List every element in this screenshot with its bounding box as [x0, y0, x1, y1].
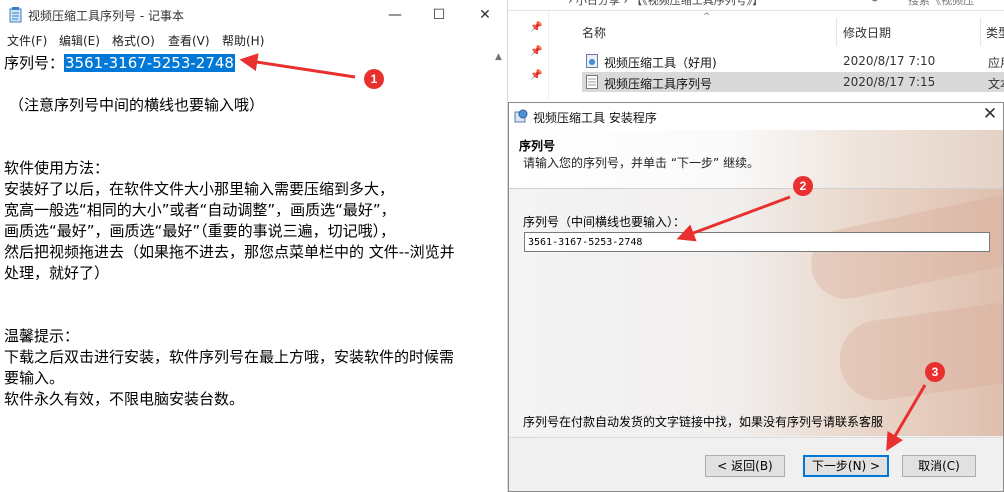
- text-line: 然后把视频拖进去（如果拖不进去，那您点菜单栏中的 文件--浏览并: [4, 243, 455, 261]
- text-file-icon: [586, 75, 598, 89]
- menu-file[interactable]: 文件(F): [7, 32, 47, 49]
- cancel-button[interactable]: 取消(C): [902, 455, 976, 477]
- background-photo: [834, 292, 1003, 406]
- menu-view[interactable]: 查看(V): [168, 32, 210, 49]
- refresh-icon[interactable]: ↻: [870, 0, 879, 5]
- text-line: （注意序列号中间的横线也要输入哦）: [9, 96, 265, 114]
- file-date: 2020/8/17 7:15: [843, 75, 936, 89]
- column-divider[interactable]: [836, 18, 837, 46]
- close-button[interactable]: ✕: [474, 5, 496, 25]
- column-divider[interactable]: [980, 18, 981, 46]
- setup-exe-icon: [586, 54, 598, 68]
- notepad-titlebar[interactable]: 视频压缩工具序列号 - 记事本 — ☐ ✕: [0, 0, 507, 30]
- column-header-type[interactable]: 类型: [986, 24, 1004, 41]
- dialog-titlebar[interactable]: 视频压缩工具 安装程序 ✕: [509, 103, 1003, 130]
- quick-access-pane: 📌 📌 📌 网络: [508, 11, 549, 100]
- text-line: 宽高一般选“相同的大小”或者“自动调整”，画质选“最好”，: [4, 201, 396, 219]
- menu-edit[interactable]: 编辑(E): [59, 32, 100, 49]
- serial-label: 序列号：: [4, 54, 65, 72]
- address-path[interactable]: › 小日分享 › 【《视频压缩工具序列号》】: [568, 0, 763, 8]
- serial-line: 序列号：3561-3167-5253-2748: [4, 52, 235, 73]
- scroll-up-arrow-icon[interactable]: ▲: [495, 52, 502, 62]
- sort-ascending-icon: ^: [703, 12, 711, 22]
- notepad-title: 视频压缩工具序列号 - 记事本: [28, 9, 184, 23]
- minimize-button[interactable]: —: [384, 5, 406, 25]
- text-line: 画质选“最好”，画质选“最好”（重要的事说三遍，切记哦），: [4, 222, 396, 240]
- serial-field-label: 序列号（中间横线也要输入）：: [523, 215, 686, 229]
- maximize-button[interactable]: ☐: [428, 5, 450, 25]
- notepad-text-area[interactable]: 序列号：3561-3167-5253-2748 （注意序列号中间的横线也要输入哦…: [0, 50, 494, 492]
- file-name: 视频压缩工具（好用): [604, 56, 717, 70]
- dialog-close-button[interactable]: ✕: [979, 104, 1001, 124]
- column-header-name[interactable]: 名称: [582, 24, 606, 41]
- dialog-subheading: 请输入您的序列号，并单击 “下一步” 继续。: [523, 156, 760, 170]
- file-row-selected[interactable]: 视频压缩工具序列号 2020/8/17 7:15 文本: [582, 72, 1004, 92]
- annotation-badge-3: 3: [925, 362, 945, 382]
- text-line: 要输入。: [4, 369, 65, 387]
- column-header-date[interactable]: 修改日期: [843, 24, 891, 41]
- pin-icon[interactable]: 📌: [530, 22, 542, 33]
- notepad-menubar: 文件(F) 编辑(E) 格式(O) 查看(V) 帮助(H): [0, 30, 507, 50]
- file-type: 应用: [988, 56, 1004, 70]
- file-name: 视频压缩工具序列号: [604, 77, 713, 91]
- notepad-icon: [9, 7, 22, 23]
- installer-icon: [514, 109, 528, 123]
- annotation-badge-2: 2: [793, 176, 813, 196]
- text-line: 下载之后双击进行安装，软件序列号在最上方哦，安装软件的时候需: [4, 348, 455, 366]
- file-date: 2020/8/17 7:10: [843, 54, 936, 68]
- dialog-title: 视频压缩工具 安装程序: [533, 111, 657, 125]
- file-type: 文本: [988, 77, 1004, 91]
- pin-icon[interactable]: 📌: [530, 70, 542, 81]
- menu-format[interactable]: 格式(O): [112, 32, 155, 49]
- search-input[interactable]: 搜索“《视频压: [908, 0, 974, 8]
- text-line: 软件永久有效，不限电脑安装台数。: [4, 390, 245, 408]
- text-line: 软件使用方法：: [4, 159, 110, 177]
- address-bar[interactable]: › 小日分享 › 【《视频压缩工具序列号》】 ↻ 搜索“《视频压: [508, 0, 1004, 11]
- dialog-header: 序列号 请输入您的序列号，并单击 “下一步” 继续。: [509, 130, 1003, 189]
- explorer-window: › 小日分享 › 【《视频压缩工具序列号》】 ↻ 搜索“《视频压 📌 📌 📌 网…: [508, 0, 1004, 100]
- text-line: 温馨提示：: [4, 327, 80, 345]
- text-line: 安装好了以后，在软件文件大小那里输入需要压缩到多大，: [4, 180, 395, 198]
- menu-help[interactable]: 帮助(H): [222, 32, 264, 49]
- back-button[interactable]: < 返回(B): [705, 455, 785, 477]
- serial-input[interactable]: [524, 232, 990, 252]
- selected-serial-text[interactable]: 3561-3167-5253-2748: [64, 54, 235, 72]
- annotation-badge-1: 1: [364, 69, 384, 89]
- text-line: 处理，就好了）: [4, 264, 110, 282]
- next-button[interactable]: 下一步(N) >: [803, 455, 889, 477]
- dialog-footer: < 返回(B) 下一步(N) > 取消(C): [509, 437, 1003, 491]
- dialog-heading: 序列号: [519, 139, 556, 153]
- file-row[interactable]: 视频压缩工具（好用) 2020/8/17 7:10 应用: [582, 51, 1004, 71]
- serial-help-text: 序列号在付款自动发货的文字链接中找，如果没有序列号请联系客服: [523, 415, 884, 429]
- dialog-body: 序列号（中间横线也要输入）： 序列号在付款自动发货的文字链接中找，如果没有序列号…: [509, 182, 1003, 436]
- pin-icon[interactable]: 📌: [530, 46, 542, 57]
- setup-dialog: 视频压缩工具 安装程序 ✕ 序列号 请输入您的序列号，并单击 “下一步” 继续。…: [508, 102, 1004, 492]
- notepad-window: 视频压缩工具序列号 - 记事本 — ☐ ✕ 文件(F) 编辑(E) 格式(O) …: [0, 0, 508, 492]
